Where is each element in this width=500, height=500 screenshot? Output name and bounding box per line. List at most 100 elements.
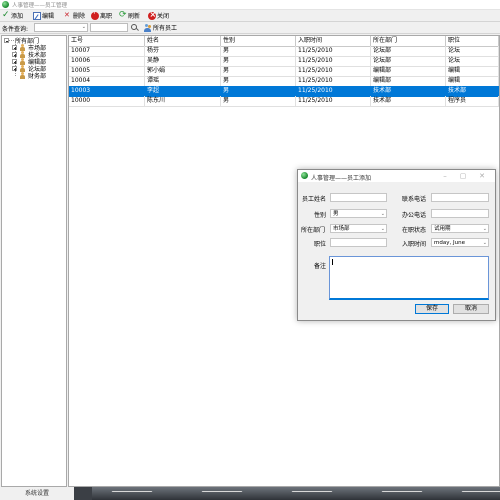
edit-label: 编辑 [42,13,55,20]
table-row[interactable]: 10000 陈东川 男 11/25/2010 技术部 程序员 [69,96,499,107]
refresh-button[interactable]: 刷新 [119,10,141,21]
chevron-down-icon: ⌄ [482,226,487,232]
cell-id: 10003 [69,86,145,96]
cell-position: 技术部 [446,86,499,96]
cell-id: 10006 [69,56,145,66]
column-header[interactable]: 入职时间 [296,36,371,46]
dialog-title-bar: 人事管理——员工添加 – ▢ ✕ [298,170,495,182]
edit-icon [33,11,41,20]
close-icon [148,10,156,20]
person-icon [19,58,26,65]
expand-icon[interactable] [12,66,17,71]
add-label: 添加 [11,13,24,20]
tree-item-label: 财务部 [28,73,47,80]
cancel-button[interactable]: 取消 [453,304,489,314]
cell-department: 论坛部 [371,56,446,66]
expand-icon[interactable] [12,52,17,57]
all-employees-button[interactable]: 所有员工 [144,23,177,32]
column-header[interactable]: 性别 [221,36,296,46]
toolbar: 添加 编辑 删除 离职 刷新 关闭 [0,9,500,22]
cell-id: 10000 [69,96,145,106]
cell-department: 编辑部 [371,66,446,76]
gender-select[interactable]: 男 ⌄ [330,209,387,218]
cell-name: 吴静 [145,56,221,66]
department-value: 市场部 [333,226,350,232]
person-icon [19,44,26,51]
cell-department: 技术部 [371,96,446,106]
window-title: 人事管理——员工管理 [12,3,68,9]
name-label: 员工姓名 [302,196,327,203]
cell-name: 李超 [145,86,221,96]
dialog-title: 人事管理——员工添加 [311,174,372,182]
main-title-bar: 人事管理——员工管理 [0,0,500,10]
edit-button[interactable]: 编辑 [33,11,54,20]
column-header[interactable]: 工号 [69,36,145,46]
leave-icon [91,9,99,20]
column-header[interactable]: 姓名 [145,36,221,46]
hire-date-label: 入职时间 [402,241,427,248]
delete-button[interactable]: 删除 [64,11,86,21]
delete-label: 删除 [73,13,86,20]
filter-label: 条件查询: [2,26,29,33]
status-select[interactable]: 试用期 ⌄ [431,224,489,233]
close-button[interactable]: 关闭 [148,10,169,20]
status-bar: 系统设置 [0,487,500,500]
maximize-icon[interactable]: ▢ [457,171,469,181]
leave-button[interactable]: 离职 [91,9,113,20]
filter-text-input[interactable] [90,23,128,32]
cell-name: 杨芬 [145,46,221,56]
cell-position: 编辑 [446,66,499,76]
app-icon [301,172,308,179]
check-icon [2,10,10,20]
department-select[interactable]: 市场部 ⌄ [330,224,387,233]
column-header[interactable]: 职位 [446,36,499,46]
minimize-icon[interactable]: – [439,171,451,181]
tree-item-finance[interactable]: 财务部 [19,72,47,80]
close-icon[interactable]: ✕ [476,171,488,181]
add-button[interactable]: 添加 [2,10,24,21]
cell-position: 程序员 [446,96,499,106]
cell-gender: 男 [221,46,296,56]
cell-department: 论坛部 [371,46,446,56]
app-icon [2,1,9,8]
people-icon [144,23,152,32]
gender-value: 男 [333,211,339,217]
chevron-down-icon: ⌄ [380,211,385,217]
expand-icon[interactable] [12,59,17,64]
chevron-down-icon: ⌄ [380,226,385,232]
office-phone-input[interactable] [431,209,489,218]
cell-hire-date: 11/25/2010 [296,96,371,106]
refresh-label: 刷新 [128,13,141,20]
hire-date-picker[interactable]: mday, June ⌄ [431,238,489,247]
cell-position: 论坛 [446,56,499,66]
cell-gender: 男 [221,56,296,66]
leave-label: 离职 [100,13,113,20]
refresh-icon [119,10,127,20]
cell-hire-date: 11/25/2010 [296,46,371,56]
filter-combo[interactable]: ⌄ [34,23,88,32]
save-button[interactable]: 保存 [415,304,449,314]
column-header[interactable]: 所在部门 [371,36,446,46]
person-icon [19,51,26,58]
cell-hire-date: 11/25/2010 [296,86,371,96]
position-input[interactable] [330,238,387,247]
all-employees-label: 所有员工 [153,25,178,32]
collapse-icon[interactable] [4,38,9,43]
phone-input[interactable] [431,193,489,202]
text-caret [332,259,333,265]
name-input[interactable] [330,193,387,202]
expand-icon[interactable] [12,45,17,50]
system-settings-tab[interactable]: 系统设置 [0,487,74,500]
note-textarea[interactable] [329,256,489,300]
search-icon[interactable] [130,23,139,32]
phone-label: 联系电话 [402,196,427,203]
cell-hire-date: 11/25/2010 [296,66,371,76]
cell-id: 10007 [69,46,145,56]
cell-name: 郭小娟 [145,66,221,76]
cell-department: 编辑部 [371,76,446,86]
note-label: 备注 [314,263,327,270]
status-value: 试用期 [434,226,451,232]
chevron-down-icon: ⌄ [81,24,86,30]
department-label: 所在部门 [301,227,326,234]
background-image [92,487,500,500]
